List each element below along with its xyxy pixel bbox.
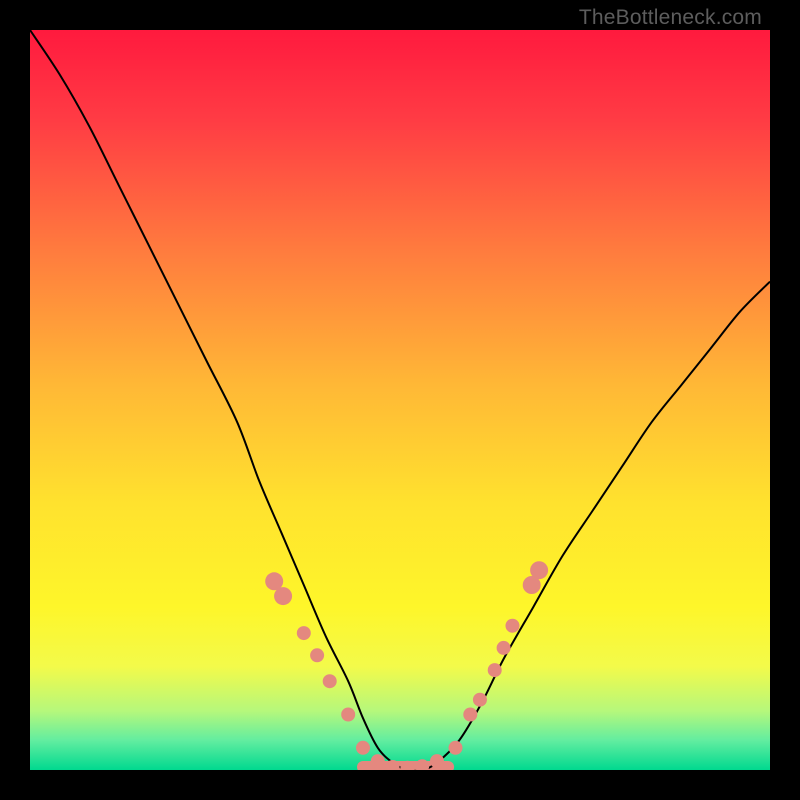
chart-overlay <box>30 30 770 770</box>
watermark-text: TheBottleneck.com <box>579 6 762 30</box>
chart-frame: TheBottleneck.com <box>0 0 800 800</box>
bottleneck-curve <box>30 30 770 770</box>
plot-area <box>30 30 770 770</box>
